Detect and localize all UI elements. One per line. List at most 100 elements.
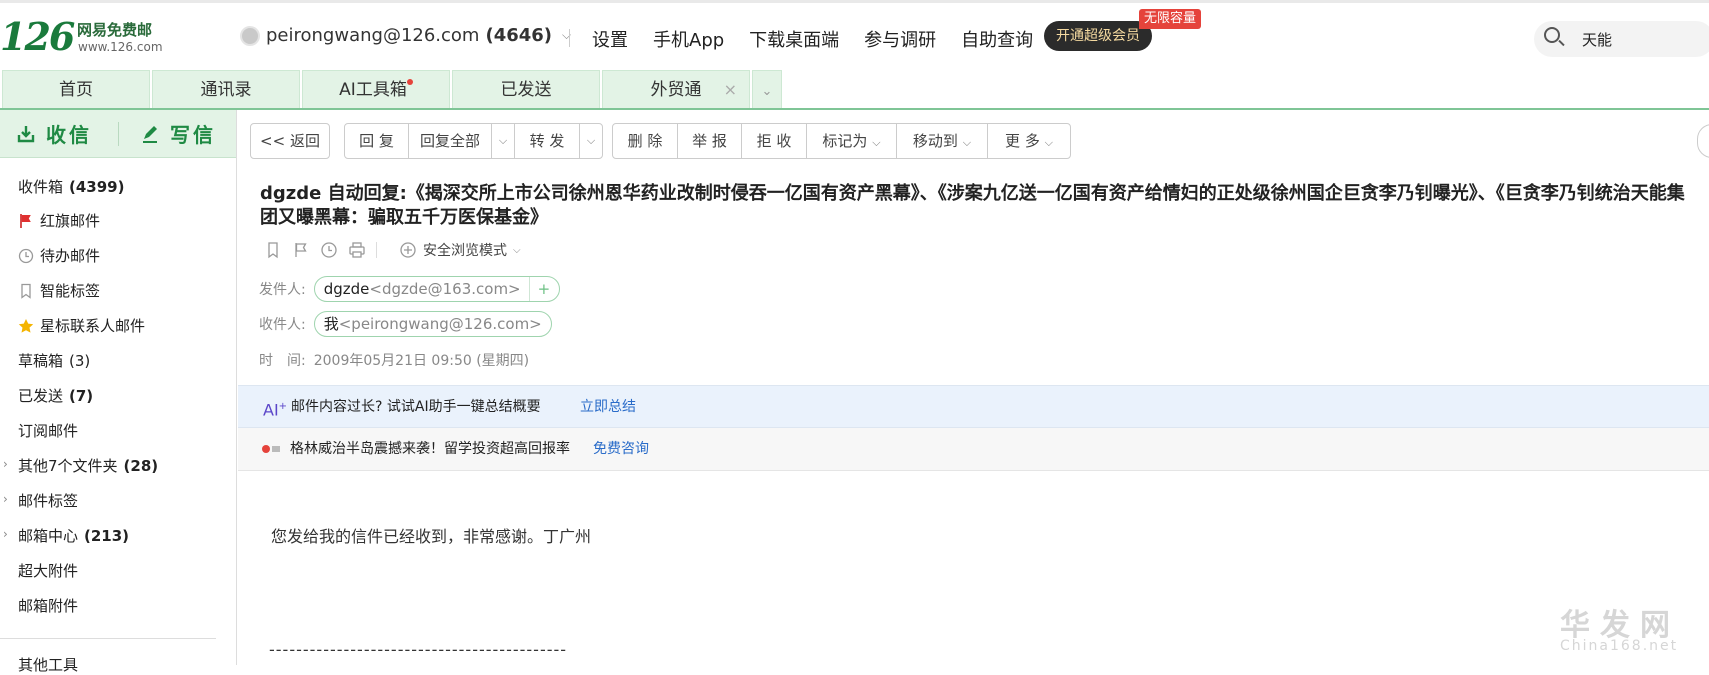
vip-button[interactable]: 开通超级会员: [1044, 21, 1152, 51]
mark-as-button[interactable]: 标记为 ⌵: [806, 123, 897, 159]
chevron-right-icon[interactable]: ›: [3, 492, 8, 506]
forward-dropdown[interactable]: ⌵: [579, 123, 603, 159]
bookmark-icon[interactable]: [264, 241, 282, 259]
delete-button[interactable]: 删 除: [612, 123, 678, 159]
toggle-button[interactable]: [1697, 124, 1709, 158]
chevron-right-icon[interactable]: ›: [3, 527, 8, 541]
print-icon[interactable]: [348, 241, 366, 259]
folder-mail-center[interactable]: 邮箱中心 (213): [18, 525, 129, 546]
top-nav: 设置 手机App 下载桌面端 参与调研 自助查询: [592, 26, 1033, 52]
unread-count: (213): [84, 526, 130, 545]
folder-smart-tags[interactable]: 智能标签: [18, 280, 100, 301]
tab-sent[interactable]: 已发送: [452, 70, 600, 108]
logo-number: 126: [0, 14, 75, 59]
reply-all-dropdown[interactable]: ⌵: [491, 123, 515, 159]
folder-label: 超大附件: [18, 562, 79, 580]
drafts-count: (3): [69, 351, 91, 370]
folder-inbox[interactable]: 收件箱 (4399): [18, 176, 124, 197]
folder-label: 订阅邮件: [18, 422, 79, 440]
star-icon: [18, 318, 34, 333]
ad-text: 格林威治半岛震撼来袭！留学投资超高回报率: [290, 441, 570, 457]
more-label: 更 多: [1005, 132, 1040, 150]
reply-all-button[interactable]: 回复全部: [408, 123, 492, 159]
tab-ai-tools[interactable]: AI工具箱: [302, 70, 450, 108]
notification-dot: [406, 79, 413, 85]
unread-count: (7): [69, 386, 94, 405]
time-value: 2009年05月21日 09:50 (星期四): [313, 353, 530, 369]
tab-sent-label: 已发送: [500, 80, 552, 100]
recipient-address: <peirongwang@126.com>: [338, 315, 542, 333]
folder-todo[interactable]: 待办邮件: [18, 245, 100, 266]
clock-icon[interactable]: [320, 241, 338, 259]
compose-bar: 收信 写信: [0, 110, 236, 158]
chevron-down-icon: ⌵: [1044, 136, 1053, 149]
search-input[interactable]: 天能: [1582, 29, 1612, 50]
recipient-name: 我: [323, 315, 339, 333]
ad-logo-icon: [262, 445, 280, 453]
chevron-down-icon: ⌵: [513, 244, 521, 256]
report-button[interactable]: 举 报: [677, 123, 742, 159]
folder-star-contacts[interactable]: 星标联系人邮件: [18, 315, 145, 336]
folder-large-attachments[interactable]: 超大附件: [18, 560, 78, 581]
account-menu[interactable]: peirongwang@126.com (4646) ⌵: [240, 25, 571, 46]
tab-foreign-trade[interactable]: 外贸通 ×: [602, 70, 750, 108]
folder-label: 邮件标签: [18, 492, 79, 510]
tab-more[interactable]: ⌄: [752, 70, 782, 108]
forward-button[interactable]: 转 发: [514, 123, 580, 159]
move-to-button[interactable]: 移动到 ⌵: [896, 123, 988, 159]
bookmark-icon: [21, 283, 31, 299]
receive-label: 收信: [45, 123, 92, 147]
chevron-right-icon[interactable]: ›: [3, 457, 8, 471]
folder-label: 红旗邮件: [40, 212, 101, 230]
unread-count: (28): [123, 456, 159, 475]
ad-link[interactable]: 免费咨询: [593, 428, 649, 470]
message-subject: dgzde 自动回复:《揭深交所上市公司徐州恩华药业改制时侵吞一亿国有资产黑幕》…: [260, 183, 1685, 228]
red-flag-icon: [20, 213, 31, 228]
chevron-down-icon: ⌄: [761, 84, 773, 99]
folder-red-flag[interactable]: 红旗邮件: [18, 210, 100, 231]
time-label: 时 间:: [259, 353, 306, 369]
sidebar: 收信 写信 收件箱 (4399) 红旗邮件 待办邮件 智能标签 星标联系人邮件 草…: [0, 110, 237, 674]
write-button[interactable]: 写信: [140, 119, 216, 148]
folder-sent[interactable]: 已发送 (7): [18, 385, 93, 406]
tab-ai-tools-label: AI工具箱: [339, 80, 407, 100]
recipient-pill[interactable]: 我 <peirongwang@126.com>: [313, 311, 552, 337]
tab-contacts[interactable]: 通讯录: [152, 70, 300, 108]
safe-mode-toggle[interactable]: 安全浏览模式 ⌵: [399, 240, 521, 260]
avatar: [240, 25, 260, 46]
back-button[interactable]: << 返回: [250, 123, 330, 159]
nav-self-service[interactable]: 自助查询: [961, 26, 1033, 52]
divider: [376, 242, 377, 258]
nav-mobile-app[interactable]: 手机App: [653, 26, 724, 52]
tab-home[interactable]: 首页: [2, 70, 150, 108]
flag-icon[interactable]: [292, 241, 310, 259]
to-label: 收件人:: [259, 317, 306, 333]
folder-drafts[interactable]: 草稿箱 (3): [18, 350, 90, 371]
more-button[interactable]: 更 多 ⌵: [987, 123, 1071, 159]
add-contact-icon[interactable]: +: [528, 277, 550, 301]
receive-button[interactable]: 收信: [16, 119, 92, 148]
sender-name: dgzde: [323, 280, 370, 298]
to-row: 收件人: 我 <peirongwang@126.com>: [259, 311, 552, 337]
divider: [0, 638, 216, 639]
tab-contacts-label: 通讯录: [200, 80, 252, 100]
nav-survey[interactable]: 参与调研: [864, 26, 936, 52]
folder-label: 收件箱: [18, 178, 64, 196]
nav-settings[interactable]: 设置: [592, 26, 628, 52]
search-icon[interactable]: [1544, 27, 1560, 43]
search-box[interactable]: 天能: [1534, 21, 1709, 57]
close-icon[interactable]: ×: [724, 71, 737, 109]
logo-name: 网易免费邮: [77, 21, 153, 39]
mark-as-label: 标记为: [822, 132, 868, 150]
chevron-down-icon: ⌵: [962, 136, 972, 149]
reply-button[interactable]: 回 复: [344, 123, 409, 159]
folder-mail-tags[interactable]: 邮件标签: [18, 490, 78, 511]
ai-summarize-link[interactable]: 立即总结: [580, 386, 636, 428]
folder-subscriptions[interactable]: 订阅邮件: [18, 420, 78, 441]
nav-download-desktop[interactable]: 下载桌面端: [749, 26, 839, 52]
folder-other[interactable]: 其他7个文件夹 (28): [18, 455, 158, 476]
folder-attachments[interactable]: 邮箱附件: [18, 595, 78, 616]
sender-pill[interactable]: dgzde <dgzde@163.com> +: [313, 276, 561, 302]
from-label: 发件人:: [259, 282, 306, 298]
reject-button[interactable]: 拒 收: [741, 123, 807, 159]
